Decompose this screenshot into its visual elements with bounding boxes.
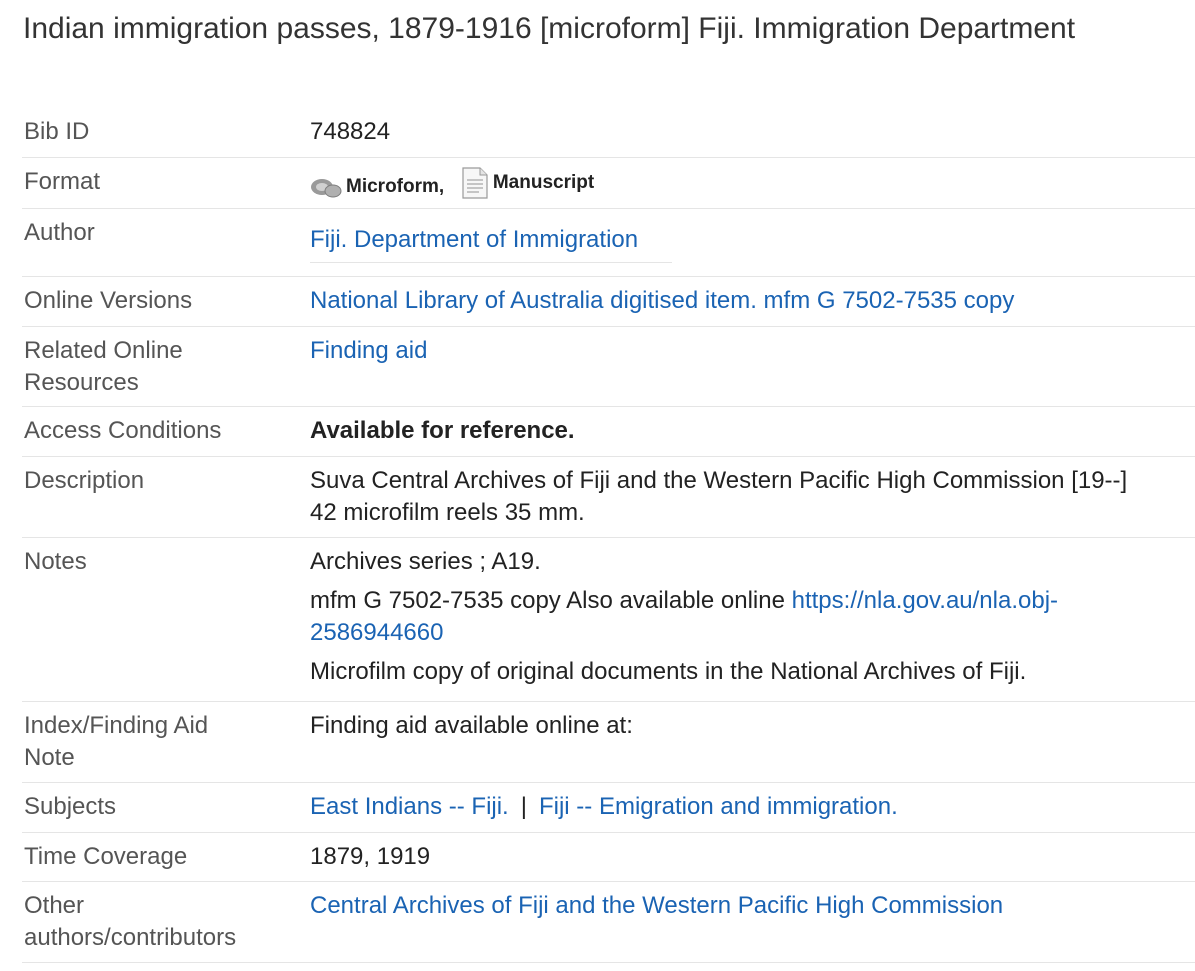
row-author: Author Fiji. Department of Immigration xyxy=(22,208,1195,277)
note-online-link-line2: 2586944660 xyxy=(310,618,444,646)
description-line2: 42 microfilm reels 35 mm. xyxy=(310,498,585,526)
time-coverage-label: Time Coverage xyxy=(22,832,310,882)
manuscript-icon xyxy=(462,166,488,199)
access-conditions-label: Access Conditions xyxy=(22,406,310,457)
row-related-resources: Related Online Resources Finding aid xyxy=(22,326,1195,407)
online-version-link[interactable]: National Library of Australia digitised … xyxy=(310,287,1014,314)
note-online: mfm G 7502-7535 copy Also available onli… xyxy=(310,585,1195,649)
record-details-table: Bib ID 748824 Format Microform, Manuscri… xyxy=(22,107,1195,963)
author-label: Author xyxy=(22,208,310,277)
online-versions-label: Online Versions xyxy=(22,276,310,327)
format-manuscript-label: Manuscript xyxy=(492,171,595,193)
format-label: Format xyxy=(22,157,310,209)
row-bib-id: Bib ID 748824 xyxy=(22,107,1195,158)
note-series: Archives series ; A19. xyxy=(310,547,541,575)
subject-link-east-indians[interactable]: East Indians -- Fiji. xyxy=(310,793,509,820)
index-note-label: Index/Finding Aid Note xyxy=(22,701,310,783)
author-link[interactable]: Fiji. Department of Immigration xyxy=(310,226,638,253)
note-microfilm-copy: Microfilm copy of original documents in … xyxy=(310,657,1027,685)
row-format: Format Microform, Manuscript xyxy=(22,157,1195,209)
microform-icon xyxy=(311,178,342,197)
format-microform: Microform, xyxy=(310,171,444,203)
other-authors-label-line2: authors/contributors xyxy=(24,923,237,951)
description-line1: Suva Central Archives of Fiji and the We… xyxy=(310,466,1128,494)
description-label: Description xyxy=(22,456,310,538)
bib-id-label: Bib ID xyxy=(22,107,310,158)
row-other-authors: Other authors/contributors Central Archi… xyxy=(22,881,1195,963)
author-link-wrapper: Fiji. Department of Immigration xyxy=(310,224,673,263)
subjects-label: Subjects xyxy=(22,782,310,833)
row-description: Description Suva Central Archives of Fij… xyxy=(22,456,1195,538)
bib-id-value: 748824 xyxy=(310,107,1195,158)
index-note-label-line2: Note xyxy=(24,743,75,771)
subjects-value: East Indians -- Fiji. | Fiji -- Emigration… xyxy=(310,782,1195,833)
description-value: Suva Central Archives of Fiji and the We… xyxy=(310,456,1195,538)
row-online-versions: Online Versions National Library of Aust… xyxy=(22,276,1195,327)
other-author-link[interactable]: Central Archives of Fiji and the Western… xyxy=(310,892,1003,919)
related-resources-label-line1: Related Online xyxy=(24,336,183,364)
other-authors-label-line1: Other xyxy=(24,891,85,919)
row-time-coverage: Time Coverage 1879, 1919 xyxy=(22,832,1195,882)
related-resources-label-line2: Resources xyxy=(24,368,139,396)
notes-label: Notes xyxy=(22,537,310,702)
related-resources-label: Related Online Resources xyxy=(22,326,310,407)
other-authors-label: Other authors/contributors xyxy=(22,881,310,963)
row-access-conditions: Access Conditions Available for referenc… xyxy=(22,406,1195,457)
format-manuscript: Manuscript xyxy=(461,166,595,199)
row-notes: Notes Archives series ; A19. mfm G 7502-… xyxy=(22,537,1195,702)
subject-link-fiji-immigration[interactable]: Fiji -- Emigration and immigration. xyxy=(539,793,898,820)
subject-separator: | xyxy=(520,792,527,820)
record-page: Indian immigration passes, 1879-1916 [mi… xyxy=(0,0,1195,971)
index-note-value: Finding aid available online at: xyxy=(310,701,1195,783)
finding-aid-link[interactable]: Finding aid xyxy=(310,337,427,364)
index-note-label-line1: Index/Finding Aid xyxy=(24,711,209,739)
page-title: Indian immigration passes, 1879-1916 [mi… xyxy=(23,12,1076,45)
format-microform-label: Microform, xyxy=(346,175,445,197)
row-index-note: Index/Finding Aid Note Finding aid avail… xyxy=(22,701,1195,783)
time-coverage-value: 1879, 1919 xyxy=(310,832,1195,882)
access-conditions-value: Available for reference. xyxy=(310,406,1195,457)
note-online-text: mfm G 7502-7535 copy Also available onli… xyxy=(310,586,792,614)
row-subjects: Subjects East Indians -- Fiji. | Fiji -- E… xyxy=(22,782,1195,833)
note-online-link-line1: https://nla.gov.au/nla.obj- xyxy=(791,586,1059,614)
notes-value: Archives series ; A19. mfm G 7502-7535 c… xyxy=(310,537,1195,702)
